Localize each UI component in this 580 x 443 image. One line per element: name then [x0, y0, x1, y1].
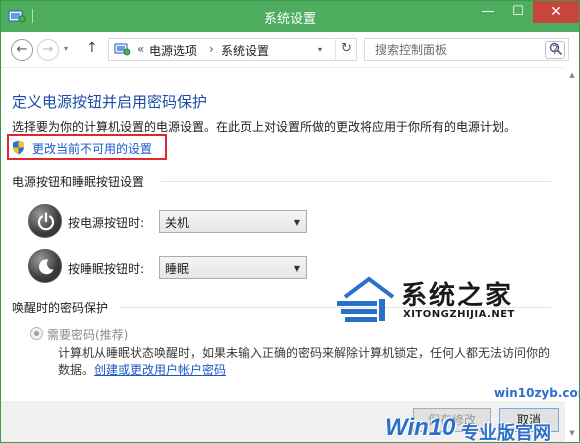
control-panel-icon	[114, 43, 131, 56]
up-button[interactable]: ↑	[86, 40, 98, 56]
page-title: 定义电源按钮并启用密码保护	[12, 93, 208, 111]
address-bar[interactable]: « 电源选项 › 系统设置 ▾ ↻	[108, 38, 357, 61]
sleep-button-action-select[interactable]: 睡眠 ▼	[159, 256, 307, 279]
brand-watermark-win10: Win10	[385, 414, 456, 441]
title-bar: 系统设置 — ☐ ✕	[1, 1, 579, 32]
address-dropdown[interactable]: ▾	[318, 45, 322, 54]
power-button-action-value: 关机	[165, 216, 190, 230]
breadcrumb-separator[interactable]: ›	[209, 42, 214, 56]
sleep-button-label: 按睡眠按钮时:	[68, 262, 145, 276]
power-buttons-section-title: 电源按钮和睡眠按钮设置	[12, 175, 145, 189]
maximize-button[interactable]: ☐	[504, 1, 532, 23]
forward-button[interactable]: →	[37, 39, 59, 61]
site-watermark: win10zyb.com	[494, 386, 579, 400]
uac-shield-icon	[13, 140, 24, 155]
require-password-description: 计算机从睡眠状态唤醒时，如果未输入正确的密码来解除计算机锁定，任何人都无法访问你…	[58, 345, 558, 379]
require-password-radio[interactable]	[30, 327, 43, 340]
search-input[interactable]	[365, 39, 545, 60]
search-box[interactable]	[364, 38, 569, 61]
chevron-down-icon: ▼	[293, 218, 300, 227]
sleep-button-action-value: 睡眠	[165, 262, 190, 276]
page-description: 选择要为你的计算机设置的电源设置。在此页上对设置所做的更改将应用于你所有的电源计…	[12, 120, 517, 134]
win10-brand-watermark: Win10 专业版官网	[385, 414, 579, 443]
brand-watermark-text: 专业版官网	[461, 423, 551, 443]
watermark-logo-text: 系统之家	[401, 281, 514, 311]
minimize-button[interactable]: —	[474, 1, 502, 23]
content-divider	[1, 67, 579, 68]
require-password-label: 需要密码(推荐)	[47, 328, 129, 342]
breadcrumb-power-options[interactable]: 电源选项	[149, 42, 197, 59]
create-change-password-link[interactable]: 创建或更改用户帐户密码	[94, 363, 226, 377]
section-divider	[161, 181, 551, 182]
navigation-bar: ← → ▾ ↑ « 电源选项 › 系统设置 ▾ ↻ ?	[1, 32, 579, 66]
power-button-icon	[28, 204, 62, 238]
sleep-button-icon	[28, 249, 62, 283]
power-button-label: 按电源按钮时:	[68, 216, 145, 230]
power-button-action-select[interactable]: 关机 ▼	[159, 210, 307, 233]
chevron-down-icon: ▼	[293, 264, 300, 273]
recent-locations-dropdown[interactable]: ▾	[64, 44, 68, 53]
help-button[interactable]: ?	[545, 41, 565, 59]
xitongzhijia-logo-icon	[337, 276, 395, 322]
system-settings-window: 系统设置 — ☐ ✕ ← → ▾ ↑ « 电源选项 › 系统设置 ▾ ↻ 搜索控…	[0, 0, 580, 443]
breadcrumb-system-settings[interactable]: 系统设置	[221, 42, 269, 59]
back-button[interactable]: ←	[11, 39, 33, 61]
scroll-up-arrow-icon[interactable]: ▲	[567, 71, 577, 79]
xitongzhijia-watermark: 系统之家 XITONGZHIJIA.NET	[331, 271, 561, 329]
refresh-button[interactable]: ↻	[335, 39, 357, 60]
close-button[interactable]: ✕	[533, 1, 579, 23]
watermark-logo-url: XITONGZHIJIA.NET	[403, 309, 515, 320]
change-unavailable-settings-link[interactable]: 更改当前不可用的设置	[32, 140, 152, 157]
breadcrumb-overflow[interactable]: «	[137, 42, 144, 56]
password-protection-section-title: 唤醒时的密码保护	[12, 301, 109, 315]
